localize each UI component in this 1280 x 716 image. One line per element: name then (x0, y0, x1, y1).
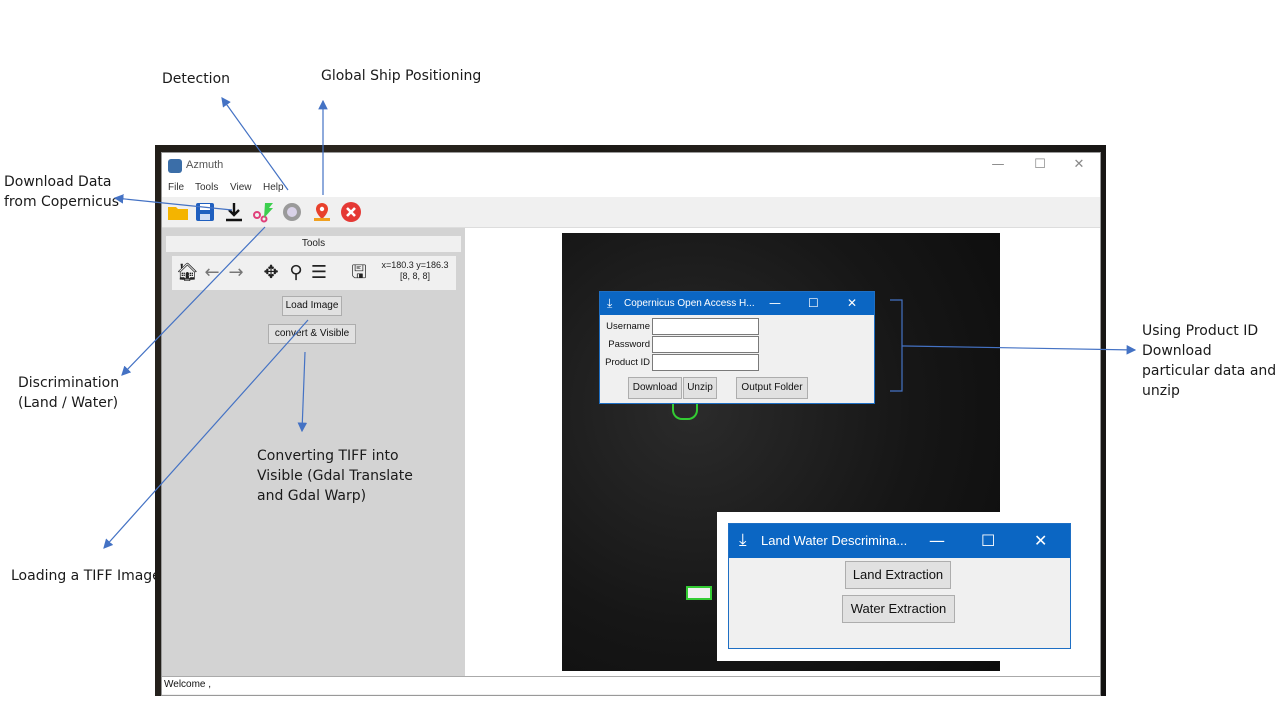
copernicus-dialog-title: Copernicus Open Access H... (624, 298, 755, 309)
username-field[interactable] (652, 318, 759, 335)
copernicus-dialog: ⤓ Copernicus Open Access H... — ☐ ✕ User… (599, 291, 875, 404)
maximize-button[interactable]: ☐ (1030, 157, 1050, 175)
land-water-dialog-title: Land Water Descrimina... (761, 533, 908, 548)
toolbar (162, 197, 1100, 228)
minimize-button[interactable]: — (988, 157, 1008, 175)
annotation-discrimination: Discrimination (Land / Water) (18, 375, 120, 411)
title-bar: Azmuth — ☐ ✕ (162, 153, 1100, 181)
pan-icon[interactable]: ✥ (260, 262, 282, 284)
home-icon[interactable]: 🏠︎ (176, 262, 199, 284)
download-button[interactable]: Download (628, 377, 682, 399)
product-id-field[interactable] (652, 354, 759, 371)
dialog-close-button[interactable]: ✕ (847, 296, 857, 310)
annotation-global-ship-positioning: Global Ship Positioning (321, 68, 482, 84)
navigation-toolbar: 🏠︎ ← → ✥ ⚲ ☰ 🖫︎ x=180.3 y=186.3 [8, 8, 8… (172, 256, 456, 290)
forward-icon[interactable]: → (225, 262, 247, 284)
dialog2-close-button[interactable]: ✕ (1034, 531, 1047, 550)
password-label: Password (608, 339, 650, 350)
menu-bar: File Tools View Help (162, 181, 1100, 197)
unzip-button[interactable]: Unzip (683, 377, 717, 399)
annotation-download-data: Download Data from Copernicus (4, 174, 120, 210)
dialog-maximize-button[interactable]: ☐ (808, 296, 819, 310)
annotation-detection: Detection (162, 71, 231, 87)
menu-help[interactable]: Help (263, 182, 284, 193)
location-pin-icon[interactable] (311, 201, 333, 223)
folder-icon[interactable] (167, 201, 189, 223)
close-window-button[interactable]: ✕ (1069, 157, 1089, 175)
water-extraction-button[interactable]: Water Extraction (842, 595, 955, 623)
product-id-label: Product ID (605, 357, 650, 368)
copernicus-dialog-title-bar: ⤓ Copernicus Open Access H... — ☐ ✕ (600, 292, 874, 315)
download-icon[interactable] (223, 201, 245, 223)
dialog2-minimize-button[interactable]: — (929, 531, 945, 550)
menu-file[interactable]: File (168, 182, 184, 193)
output-folder-button[interactable]: Output Folder (736, 377, 808, 399)
dialog-minimize-button[interactable]: — (769, 296, 781, 310)
close-icon[interactable] (340, 201, 362, 223)
annotation-converting-tiff: Converting TIFF into Visible (Gdal Trans… (257, 448, 413, 504)
land-water-dialog: ⤓ Land Water Descrimina... — ☐ ✕ Land Ex… (728, 523, 1071, 649)
load-image-button[interactable]: Load Image (282, 296, 342, 316)
username-label: Username (606, 321, 650, 332)
download-icon: ⤓ (607, 296, 613, 310)
save-figure-icon[interactable]: 🖫︎ (348, 262, 370, 284)
download-icon: ⤓ (739, 530, 747, 550)
annotation-using-product-id: Using Product ID Download particular dat… (1142, 323, 1277, 399)
detection-box-2 (686, 586, 712, 600)
convert-visible-button[interactable]: convert & Visible (268, 324, 356, 344)
detection-icon[interactable] (252, 201, 274, 223)
menu-view[interactable]: View (230, 182, 252, 193)
status-text: Welcome , (164, 679, 212, 690)
configure-subplots-icon[interactable]: ☰ (308, 262, 330, 284)
coords-line-2: [8, 8, 8] (399, 271, 431, 281)
status-bar: Welcome , (162, 676, 1100, 694)
menu-tools[interactable]: Tools (195, 182, 218, 193)
zoom-icon[interactable]: ⚲ (285, 262, 307, 284)
tools-header: Tools (166, 236, 461, 252)
password-field[interactable] (652, 336, 759, 353)
annotation-loading-tiff: Loading a TIFF Image (11, 568, 161, 584)
coordinates-readout: x=180.3 y=186.3 [8, 8, 8] (376, 260, 454, 282)
land-extraction-button[interactable]: Land Extraction (845, 561, 951, 589)
back-icon[interactable]: ← (201, 262, 223, 284)
dialog2-maximize-button[interactable]: ☐ (981, 531, 995, 550)
app-title: Azmuth (186, 159, 224, 171)
save-icon[interactable] (194, 201, 216, 223)
coords-line-1: x=180.3 y=186.3 (381, 260, 449, 270)
app-logo-icon (168, 159, 182, 173)
land-water-dialog-title-bar: ⤓ Land Water Descrimina... — ☐ ✕ (729, 524, 1070, 558)
discrimination-icon[interactable] (281, 201, 303, 223)
